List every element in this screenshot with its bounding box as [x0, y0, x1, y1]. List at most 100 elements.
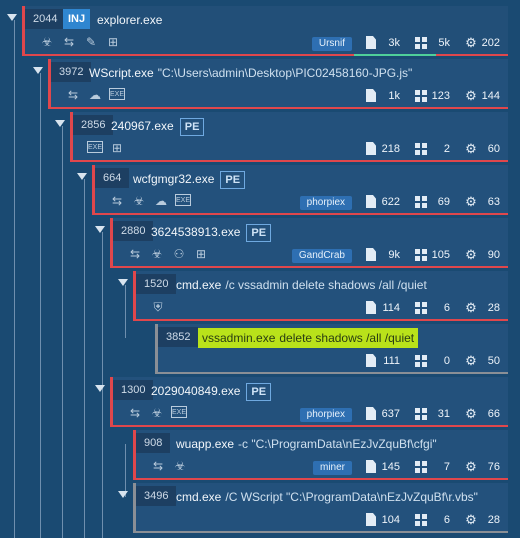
stat-files-value: 114 [382, 302, 400, 314]
malware-family-badge[interactable]: GandCrab [291, 249, 352, 263]
registry-icon [414, 142, 428, 156]
process-args: /C WScript "C:\ProgramData\nEzJvZquBf\r.… [225, 490, 478, 504]
stat-registry[interactable]: 6 [408, 512, 458, 528]
network-grid-icon: ⊞ [107, 35, 119, 49]
cloud-network-icon: ☁ [89, 88, 101, 102]
process-node[interactable]: 3496 cmd.exe/C WScript "C:\ProgramData\nE… [133, 483, 508, 533]
malware-family-badge[interactable]: miner [312, 461, 352, 475]
process-name: wuapp.exe [176, 437, 235, 451]
indicator-icons: ⇆ ☣ ⚇ ⊞ [127, 246, 209, 262]
stat-registry[interactable]: 6 [408, 300, 458, 316]
stat-files[interactable]: 622 [358, 194, 408, 210]
expand-toggle-icon[interactable] [33, 67, 43, 74]
stat-modules[interactable]: ⚙ 76 [458, 459, 508, 475]
stat-modules[interactable]: ⚙ 90 [458, 247, 508, 263]
stat-modules-value: 28 [487, 302, 500, 314]
stat-files[interactable]: 145 [358, 459, 408, 475]
modules-icon: ⚙ [465, 35, 477, 50]
stat-files[interactable]: 104 [358, 512, 408, 528]
stat-files[interactable]: 218 [358, 141, 408, 157]
stat-files[interactable]: 114 [358, 300, 408, 316]
stat-modules[interactable]: ⚙ 50 [458, 353, 508, 369]
file-icon [364, 195, 378, 209]
stat-registry[interactable]: 7 [408, 459, 458, 475]
malware-family-badge[interactable]: phorpiex [299, 196, 352, 210]
registry-icon [414, 354, 428, 368]
arrows-icon: ⇆ [129, 406, 141, 420]
process-stats: 114 6 ⚙ 28 [358, 300, 508, 316]
expand-toggle-icon[interactable] [95, 226, 105, 233]
process-node[interactable]: 908 wuapp.exe -c "C:\ProgramData\nEzJvZquB… [133, 430, 508, 480]
exe-icon: EXE [109, 88, 125, 100]
stat-registry[interactable]: 105 [408, 247, 458, 263]
exe-icon: EXE [171, 406, 187, 418]
process-node[interactable]: 2044 INJ explorer.exe ☣ ⇆ ✎ ⊞ Ursnif 3k 5k ⚙ 202 [22, 6, 508, 56]
expand-toggle-icon[interactable] [95, 385, 105, 392]
stat-files[interactable]: 111 [358, 353, 408, 369]
stat-registry[interactable]: 69 [408, 194, 458, 210]
stat-registry[interactable]: 5k [408, 35, 458, 51]
tree-connector-line [62, 126, 63, 538]
process-title: wuapp.exe -c "C:\ProgramData\nEzJvZquBf\c… [176, 434, 437, 454]
exe-icon: EXE [87, 141, 103, 153]
process-title: explorer.exe [97, 10, 162, 30]
stat-modules[interactable]: ⚙ 202 [458, 35, 508, 51]
stat-modules[interactable]: ⚙ 28 [458, 300, 508, 316]
tree-connector-line [125, 444, 126, 497]
stat-modules[interactable]: ⚙ 60 [458, 141, 508, 157]
process-node[interactable]: 1520 cmd.exe/c vssadmin delete shadows /a… [133, 271, 508, 321]
stat-files[interactable]: 3k [358, 35, 408, 51]
node-underline [113, 266, 508, 268]
stat-modules[interactable]: ⚙ 144 [458, 88, 508, 104]
node-underline [73, 160, 508, 162]
stat-registry-value: 2 [443, 143, 450, 155]
stat-registry[interactable]: 2 [408, 141, 458, 157]
stat-registry[interactable]: 123 [408, 88, 458, 104]
process-name: cmd.exe [176, 490, 222, 504]
spy-icon: ⚇ [173, 247, 185, 261]
process-node[interactable]: 2856 240967.exe PE EXE ⊞ 218 2 ⚙ 60 [70, 112, 508, 162]
process-stats: 622 69 ⚙ 63 [358, 194, 508, 210]
biohazard-icon: ☣ [151, 247, 163, 261]
node-underline [113, 425, 508, 427]
stat-registry-value: 123 [431, 90, 450, 102]
stat-modules[interactable]: ⚙ 63 [458, 194, 508, 210]
registry-icon [414, 513, 428, 527]
stat-registry[interactable]: 31 [408, 406, 458, 422]
pid-badge: 2880 [113, 221, 154, 241]
expand-toggle-icon[interactable] [77, 173, 87, 180]
biohazard-icon: ☣ [133, 194, 145, 208]
stat-registry-value: 0 [443, 355, 450, 367]
malware-family-badge[interactable]: phorpiex [299, 408, 352, 422]
biohazard-icon: ☣ [41, 35, 53, 49]
stat-modules-value: 60 [487, 143, 500, 155]
expand-toggle-icon[interactable] [7, 14, 17, 21]
stat-registry[interactable]: 0 [408, 353, 458, 369]
process-name: cmd.exe [176, 278, 222, 292]
stat-files[interactable]: 1k [358, 88, 408, 104]
expand-toggle-icon[interactable] [55, 120, 65, 127]
registry-icon [414, 195, 428, 209]
process-node[interactable]: 2880 3624538913.exe PE ⇆ ☣ ⚇ ⊞ GandCrab 9k 105 ⚙ 90 [110, 218, 508, 268]
process-node[interactable]: 664 wcfgmgr32.exe PE ⇆ ☣ ☁ EXE phorpiex 622 69 ⚙ 63 [92, 165, 508, 215]
process-node[interactable]: 3852 vssadmin.exe delete shadows /all /qui… [155, 324, 508, 374]
stat-files[interactable]: 637 [358, 406, 408, 422]
expand-toggle-icon[interactable] [118, 491, 128, 498]
pe-tag: PE [246, 382, 272, 401]
syringe-icon: ✎ [85, 35, 97, 49]
stat-files[interactable]: 9k [358, 247, 408, 263]
indicator-icons: ⇆ ☁ EXE [65, 87, 125, 103]
pid-badge: 2044 [25, 9, 66, 29]
tree-connector-line [40, 73, 41, 538]
expand-toggle-icon[interactable] [118, 279, 128, 286]
stat-modules[interactable]: ⚙ 28 [458, 512, 508, 528]
modules-icon: ⚙ [465, 459, 477, 474]
stat-files-value: 3k [388, 37, 400, 49]
pid-badge: 1520 [136, 274, 177, 294]
modules-icon: ⚙ [465, 141, 477, 156]
process-node[interactable]: 3972 WScript.exe "C:\Users\admin\Desktop\P… [48, 59, 508, 109]
malware-family-badge[interactable]: Ursnif [311, 37, 352, 51]
stat-modules[interactable]: ⚙ 66 [458, 406, 508, 422]
process-node[interactable]: 1300 2029040849.exe PE ⇆ ☣ EXE phorpiex 637 31 ⚙ 6… [110, 377, 508, 427]
process-stats: 3k 5k ⚙ 202 [358, 35, 508, 51]
